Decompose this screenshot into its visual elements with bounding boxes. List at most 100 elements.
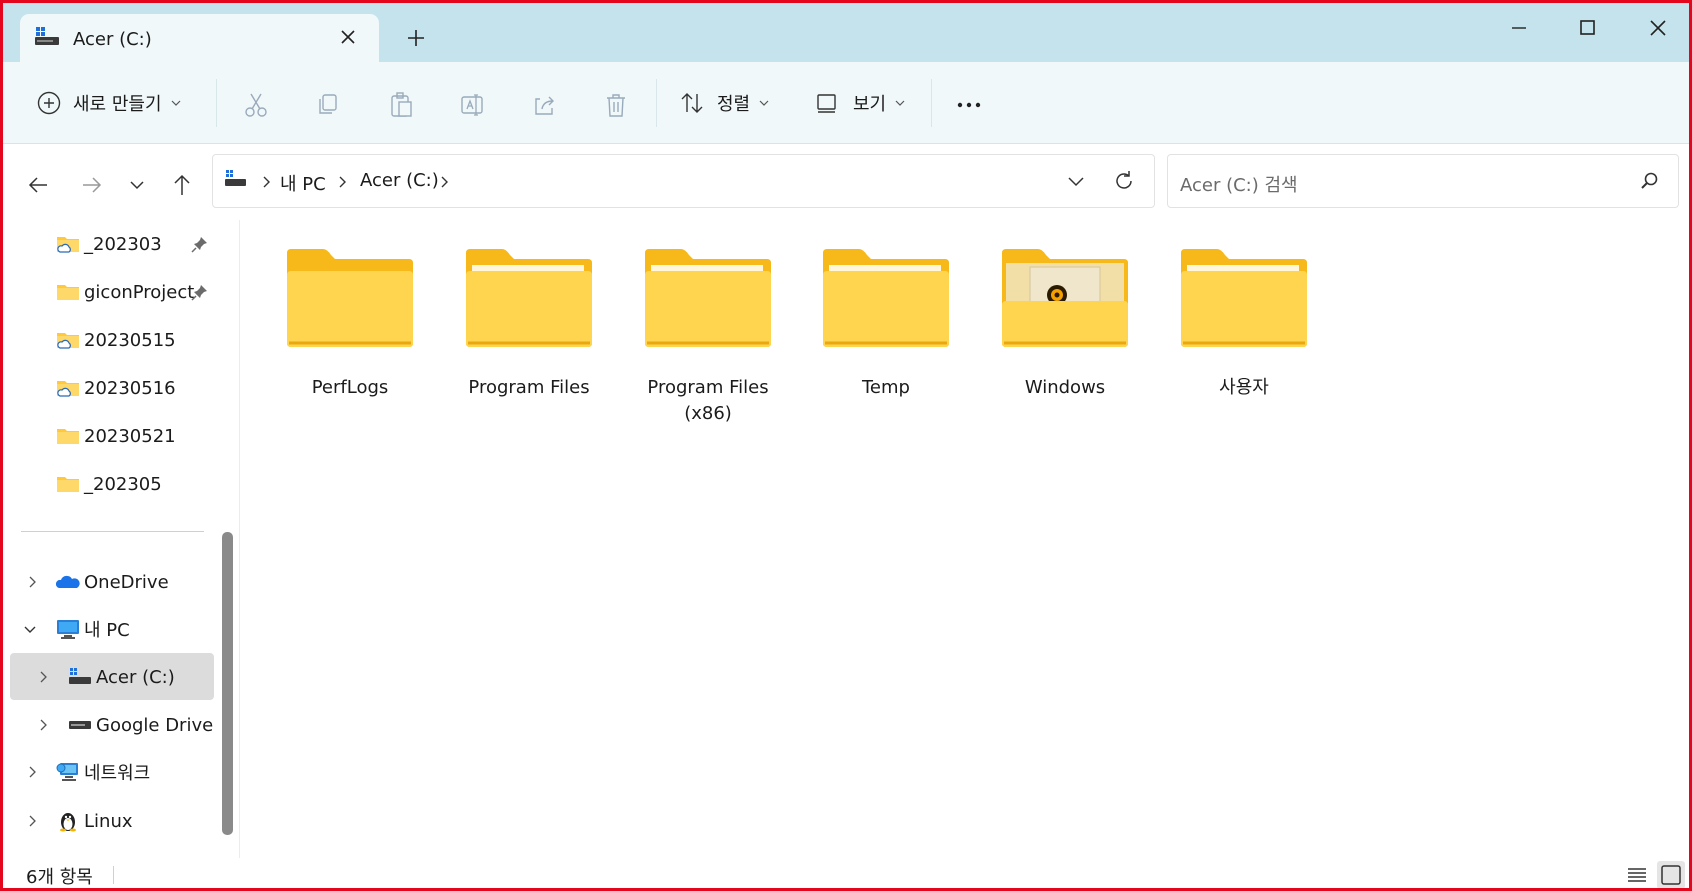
folder-item-perflogs[interactable]: PerfLogs	[275, 245, 425, 401]
paste-icon[interactable]	[386, 90, 416, 120]
sort-button[interactable]: 정렬	[679, 90, 770, 116]
tab-acer-c[interactable]: Acer (C:)	[20, 14, 379, 62]
refresh-icon[interactable]	[1112, 169, 1136, 197]
pin-icon[interactable]	[191, 235, 209, 253]
sidebar-scrollbar-thumb[interactable]	[222, 532, 233, 835]
folder-cloud-icon	[56, 329, 80, 351]
item-name: 사용자	[1219, 377, 1269, 398]
details-view-icon[interactable]	[1623, 861, 1651, 888]
folder-icon	[285, 249, 415, 353]
linux-icon	[56, 810, 80, 832]
sidebar-item-acer-c[interactable]: Acer (C:)	[68, 657, 175, 697]
sidebar-item-my-pc[interactable]: 내 PC	[56, 609, 130, 649]
windows-folder-icon	[1000, 249, 1130, 353]
collapse-chevron-icon[interactable]	[23, 621, 37, 635]
item-name: Windows	[1024, 377, 1106, 398]
quick-access-item[interactable]: 20230515	[56, 320, 176, 360]
delete-icon[interactable]	[601, 90, 631, 120]
folder-icon	[1179, 249, 1309, 353]
separator	[216, 79, 217, 127]
sidebar-item-onedrive[interactable]: OneDrive	[55, 562, 169, 602]
chevron-right-icon[interactable]	[260, 174, 272, 193]
folder-item-users[interactable]: 사용자	[1169, 245, 1319, 401]
chevron-right-icon[interactable]	[438, 174, 450, 193]
expand-chevron-icon[interactable]	[36, 717, 50, 731]
address-history-chevron-icon[interactable]	[1065, 170, 1087, 196]
chevron-down-icon	[758, 97, 770, 109]
close-window-button[interactable]	[1636, 13, 1680, 43]
folder-icon	[56, 473, 80, 495]
share-icon[interactable]	[530, 90, 560, 120]
large-icons-view-icon[interactable]	[1657, 861, 1685, 888]
chevron-right-icon[interactable]	[336, 174, 348, 193]
item-label: Linux	[84, 810, 133, 832]
search-icon[interactable]	[1640, 171, 1660, 195]
address-bar[interactable]: 내 PC Acer (C:)	[212, 154, 1155, 208]
folder-item-temp[interactable]: Temp	[811, 245, 961, 401]
sidebar-item-network[interactable]: 네트워크	[56, 752, 150, 792]
chevron-down-icon	[170, 97, 182, 109]
explorer-window: Acer (C:) 새로 만들기 정렬 보기 내 PC Acer (C:) Ac…	[0, 0, 1692, 891]
command-bar: 새로 만들기 정렬 보기	[3, 62, 1689, 144]
pin-icon[interactable]	[191, 283, 209, 301]
drive-c-icon	[225, 170, 247, 192]
folder-item-program-files[interactable]: Program Files	[454, 245, 604, 401]
back-arrow-icon[interactable]	[25, 171, 53, 199]
folder-cloud-icon	[56, 377, 80, 399]
copy-icon[interactable]	[313, 90, 343, 120]
quick-access-item[interactable]: 20230516	[56, 368, 176, 408]
search-box[interactable]: Acer (C:) 검색	[1167, 154, 1679, 208]
sidebar-divider	[21, 531, 204, 532]
item-label: 네트워크	[84, 763, 151, 784]
item-label: Google Drive (	[96, 714, 214, 736]
forward-arrow-icon[interactable]	[77, 171, 105, 199]
item-label: 20230516	[84, 377, 176, 399]
breadcrumb-my-pc[interactable]: 내 PC	[280, 170, 326, 196]
separator	[931, 79, 932, 127]
folder-icon	[56, 425, 80, 447]
rename-icon[interactable]	[458, 90, 488, 120]
close-tab-icon[interactable]	[337, 26, 359, 48]
drive-c-icon	[34, 27, 60, 51]
recent-chevron-down-icon[interactable]	[123, 171, 151, 199]
item-label: 20230521	[84, 425, 176, 447]
more-options-icon[interactable]	[955, 90, 985, 120]
quick-access-item[interactable]: 20230521	[56, 416, 176, 456]
search-placeholder: Acer (C:) 검색	[1180, 175, 1298, 196]
folder-item-windows[interactable]: Windows	[990, 245, 1140, 401]
tab-label: Acer (C:)	[73, 29, 152, 50]
sidebar-item-google-drive[interactable]: Google Drive (	[68, 705, 214, 745]
drive-c-icon	[68, 666, 92, 688]
expand-chevron-icon[interactable]	[25, 764, 39, 778]
new-button[interactable]: 새로 만들기	[36, 90, 182, 116]
item-label: 내 PC	[84, 620, 130, 641]
folder-icon	[643, 249, 773, 353]
expand-chevron-icon[interactable]	[25, 813, 39, 827]
expand-chevron-icon[interactable]	[36, 669, 50, 683]
expand-chevron-icon[interactable]	[25, 574, 39, 588]
folder-icon	[56, 281, 80, 303]
view-icon	[815, 91, 839, 115]
sidebar-item-linux[interactable]: Linux	[56, 801, 133, 841]
quick-access-item[interactable]: _202305	[56, 464, 162, 504]
item-label: giconProject	[84, 281, 195, 303]
separator	[656, 79, 657, 127]
sort-icon	[679, 90, 705, 116]
maximize-button[interactable]	[1565, 13, 1609, 43]
breadcrumb-acer-c[interactable]: Acer (C:)	[360, 170, 439, 191]
up-arrow-icon[interactable]	[168, 171, 196, 199]
minimize-button[interactable]	[1497, 13, 1541, 43]
drive-icon	[68, 714, 92, 736]
view-label: 보기	[853, 94, 887, 115]
folder-item-program-files-x86[interactable]: Program Files (x86)	[633, 245, 783, 427]
view-button[interactable]: 보기	[815, 90, 906, 116]
item-name: PerfLogs	[311, 377, 389, 398]
add-circle-icon	[36, 90, 62, 116]
navigation-bar: 내 PC Acer (C:) Acer (C:) 검색	[3, 144, 1689, 220]
new-tab-button[interactable]	[405, 27, 427, 49]
quick-access-item[interactable]: _202303	[56, 224, 162, 264]
folder-cloud-icon	[56, 233, 80, 255]
new-label: 새로 만들기	[73, 94, 162, 115]
quick-access-item[interactable]: giconProject	[56, 272, 194, 312]
cut-icon[interactable]	[241, 90, 271, 120]
